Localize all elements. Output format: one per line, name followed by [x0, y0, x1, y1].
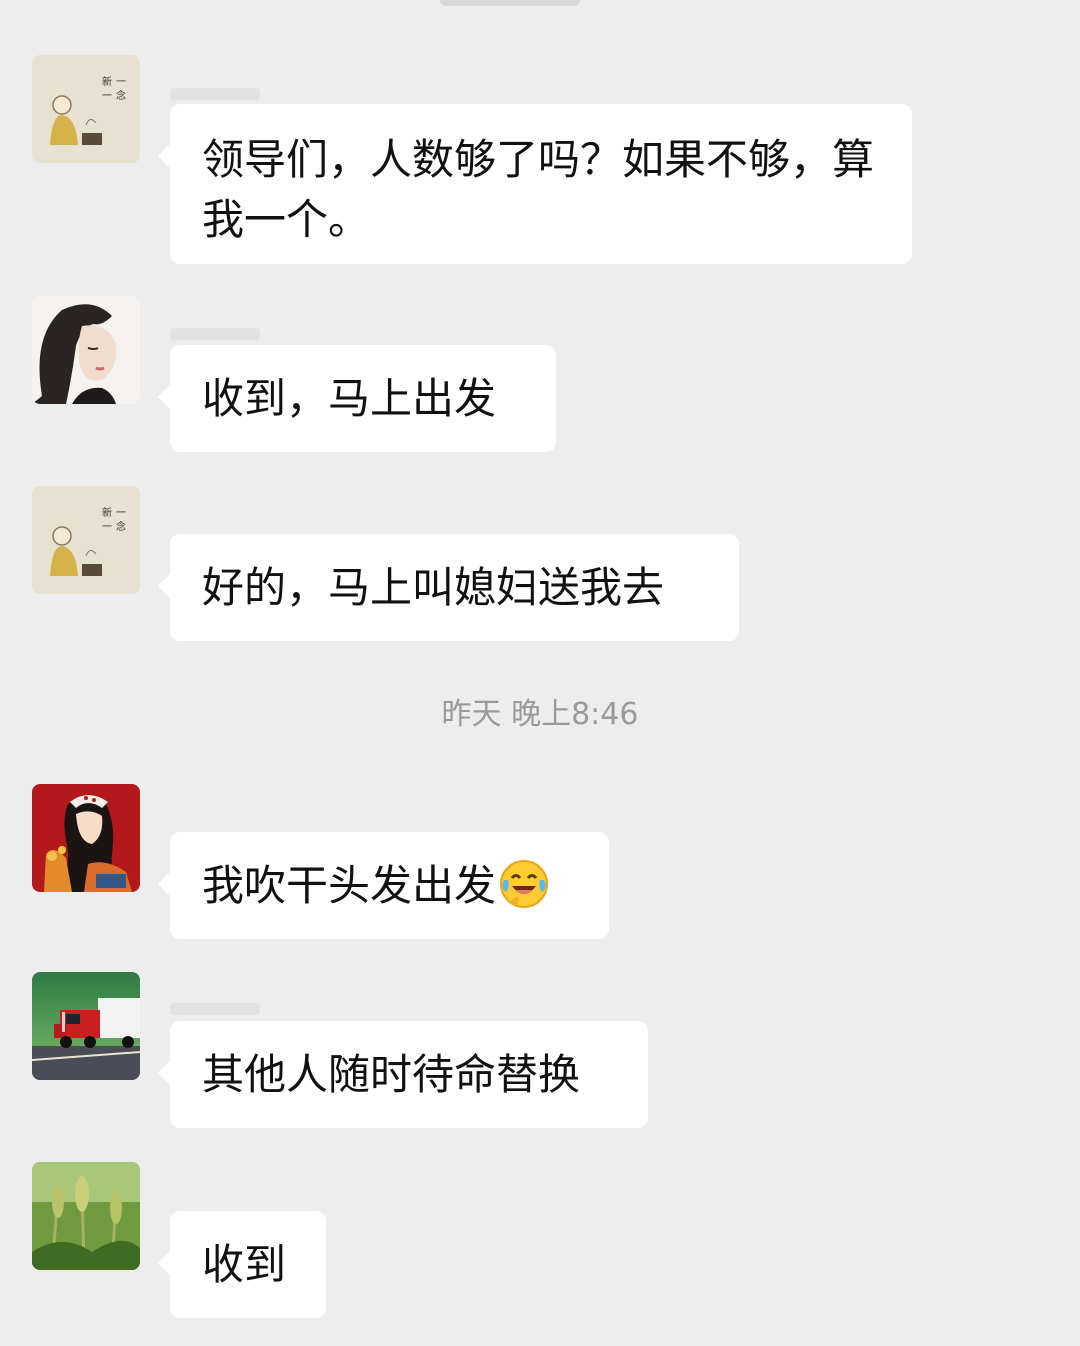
- avatar-wheat[interactable]: [32, 1162, 140, 1270]
- svg-text:一: 一: [116, 77, 126, 88]
- sender-nickname: [170, 1003, 260, 1015]
- message-text: 领导们，人数够了吗？如果不够，算我一个。: [202, 135, 875, 244]
- avatar-painting[interactable]: 新 一 一 念: [32, 486, 140, 594]
- message-bubble[interactable]: 领导们，人数够了吗？如果不够，算我一个。: [158, 104, 912, 264]
- message-text: 我吹干头发出发: [202, 861, 497, 910]
- painting-avatar-icon: 新 一 一 念: [32, 55, 140, 163]
- chat-window[interactable]: 新 一 一 念 领导们，人数够了吗？如果不够，算我一个。 收到，马上出发 新 一…: [0, 0, 1080, 1346]
- svg-text:一: 一: [116, 508, 126, 519]
- message-text: 收到: [202, 1240, 287, 1289]
- message-bubble[interactable]: 我吹干头发出发: [158, 832, 609, 939]
- message-text: 其他人随时待命替换: [202, 1050, 581, 1099]
- sender-nickname: [170, 328, 260, 340]
- avatar-girl[interactable]: [32, 784, 140, 892]
- previous-timestamp: [440, 0, 580, 6]
- woman-portrait-avatar-icon: [32, 296, 140, 404]
- time-separator: 昨天 晚上8:46: [441, 697, 639, 732]
- message-bubble[interactable]: 好的，马上叫媳妇送我去: [158, 534, 739, 641]
- message-bubble[interactable]: 收到: [158, 1211, 326, 1318]
- truck-avatar-icon: [32, 972, 140, 1080]
- svg-text:新: 新: [102, 75, 112, 88]
- girl-red-avatar-icon: [32, 784, 140, 892]
- avatar-painting[interactable]: 新 一 一 念: [32, 55, 140, 163]
- sender-nickname: [170, 88, 260, 100]
- message-text: 收到，马上出发: [202, 374, 497, 423]
- avatar-truck[interactable]: [32, 972, 140, 1080]
- message-text: 好的，马上叫媳妇送我去: [202, 563, 665, 612]
- svg-text:念: 念: [116, 89, 126, 102]
- wheat-avatar-icon: [32, 1162, 140, 1270]
- message-bubble[interactable]: 收到，马上出发: [158, 345, 556, 452]
- svg-text:念: 念: [116, 520, 126, 533]
- avatar-woman[interactable]: [32, 296, 140, 404]
- laughing-tears-emoji: [498, 858, 550, 910]
- svg-text:新: 新: [102, 506, 112, 519]
- svg-text:一: 一: [102, 522, 112, 533]
- message-bubble[interactable]: 其他人随时待命替换: [158, 1021, 648, 1128]
- painting-avatar-icon: 新 一 一 念: [32, 486, 140, 594]
- svg-text:一: 一: [102, 91, 112, 102]
